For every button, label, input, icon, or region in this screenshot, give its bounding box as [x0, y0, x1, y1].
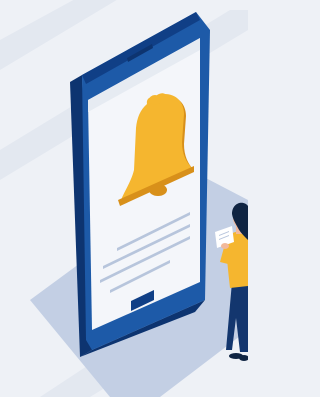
person-hand	[221, 243, 229, 249]
notification-illustration	[0, 0, 248, 397]
illustration-stage	[0, 0, 248, 397]
